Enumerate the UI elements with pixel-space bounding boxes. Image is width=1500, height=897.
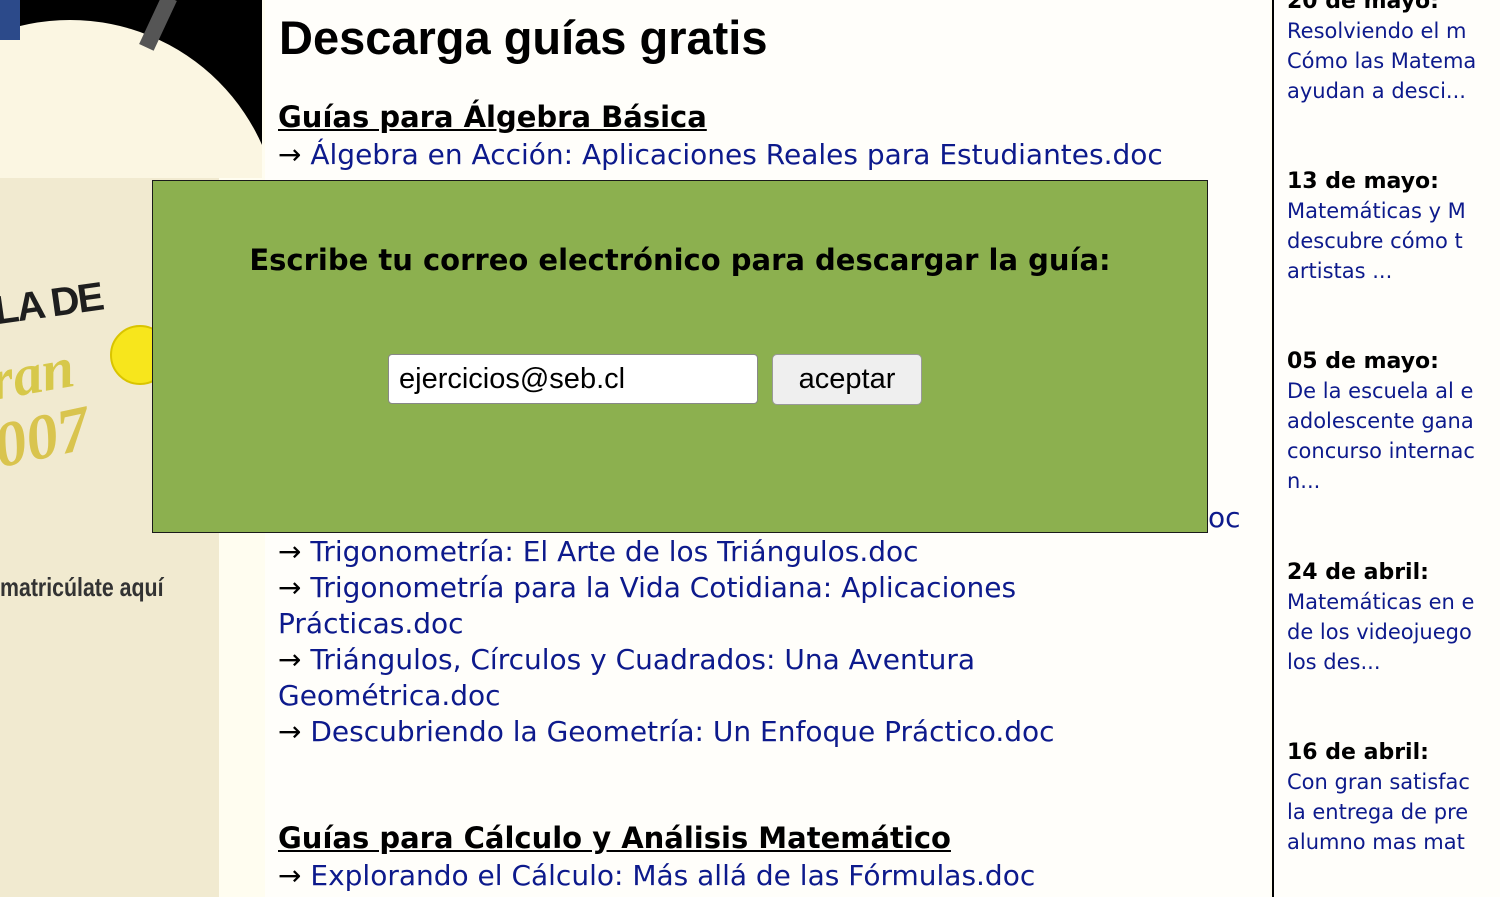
news-link[interactable]: De la escuela al e adolescente gana conc…: [1287, 376, 1500, 496]
news-item: 16 de abril: Con gran satisfac la entreg…: [1287, 739, 1500, 857]
guide-link[interactable]: Triángulos, Círculos y Cuadrados: Una Av…: [278, 643, 975, 712]
section-heading-calculo: Guías para Cálculo y Análisis Matemático: [278, 821, 951, 855]
news-date: 24 de abril:: [1287, 560, 1429, 585]
guide-link[interactable]: Explorando el Cálculo: Más allá de las F…: [310, 859, 1035, 892]
guide-item: → Trigonometría para la Vida Cotidiana: …: [278, 570, 1098, 642]
guide-item: → Álgebra en Acción: Aplicaciones Reales…: [278, 137, 1258, 173]
page-title: Descarga guías gratis: [279, 11, 768, 64]
guide-item: → Trigonometría: El Arte de los Triángul…: [278, 534, 1258, 570]
news-sidebar: 20 de mayo: Resolviendo el m Cómo las Ma…: [1272, 0, 1500, 897]
section-heading-algebra: Guías para Álgebra Básica: [278, 100, 707, 134]
guide-link[interactable]: Trigonometría para la Vida Cotidiana: Ap…: [278, 571, 1016, 640]
guide-item: → Triángulos, Círculos y Cuadrados: Una …: [278, 642, 1058, 714]
arrow-icon: →: [278, 643, 302, 676]
news-item: 20 de mayo: Resolviendo el m Cómo las Ma…: [1287, 0, 1500, 106]
modal-prompt: Escribe tu correo electrónico para desca…: [249, 243, 1111, 277]
promo-image-top: [0, 0, 262, 178]
news-link[interactable]: Matemáticas y M descubre cómo t artistas…: [1287, 196, 1500, 286]
news-date: 20 de mayo:: [1287, 0, 1439, 14]
news-date: 05 de mayo:: [1287, 349, 1439, 374]
email-field[interactable]: [388, 354, 758, 404]
guide-link[interactable]: Descubriendo la Geometría: Un Enfoque Pr…: [310, 715, 1054, 748]
arrow-icon: →: [278, 138, 302, 171]
news-link[interactable]: Con gran satisfac la entrega de pre alum…: [1287, 767, 1500, 857]
guide-link-partial[interactable]: oc: [1208, 500, 1241, 536]
news-item: 05 de mayo: De la escuela al e adolescen…: [1287, 348, 1500, 496]
arrow-icon: →: [278, 859, 302, 892]
guide-item: → Descubriendo la Geometría: Un Enfoque …: [278, 714, 1258, 750]
promo-moon-graphic: [0, 20, 262, 178]
guide-item: → Explorando el Cálculo: Más allá de las…: [278, 858, 1258, 894]
enroll-link[interactable]: matricúlate aquí: [0, 572, 164, 603]
arrow-icon: →: [278, 535, 302, 568]
guide-link[interactable]: Álgebra en Acción: Aplicaciones Reales p…: [310, 138, 1162, 171]
arrow-icon: →: [278, 571, 302, 604]
promo-blue-corner: [0, 0, 20, 40]
news-date: 16 de abril:: [1287, 740, 1429, 765]
news-item: 24 de abril: Matemáticas en e de los vid…: [1287, 559, 1500, 677]
arrow-icon: →: [278, 715, 302, 748]
accept-button[interactable]: aceptar: [772, 354, 922, 405]
news-item: 13 de mayo: Matemáticas y M descubre cóm…: [1287, 168, 1500, 286]
news-link[interactable]: Resolviendo el m Cómo las Matema ayudan …: [1287, 16, 1500, 106]
email-modal: Escribe tu correo electrónico para desca…: [152, 180, 1208, 533]
news-date: 13 de mayo:: [1287, 169, 1439, 194]
guide-link[interactable]: Trigonometría: El Arte de los Triángulos…: [310, 535, 918, 568]
news-link[interactable]: Matemáticas en e de los videojuego los d…: [1287, 587, 1500, 677]
